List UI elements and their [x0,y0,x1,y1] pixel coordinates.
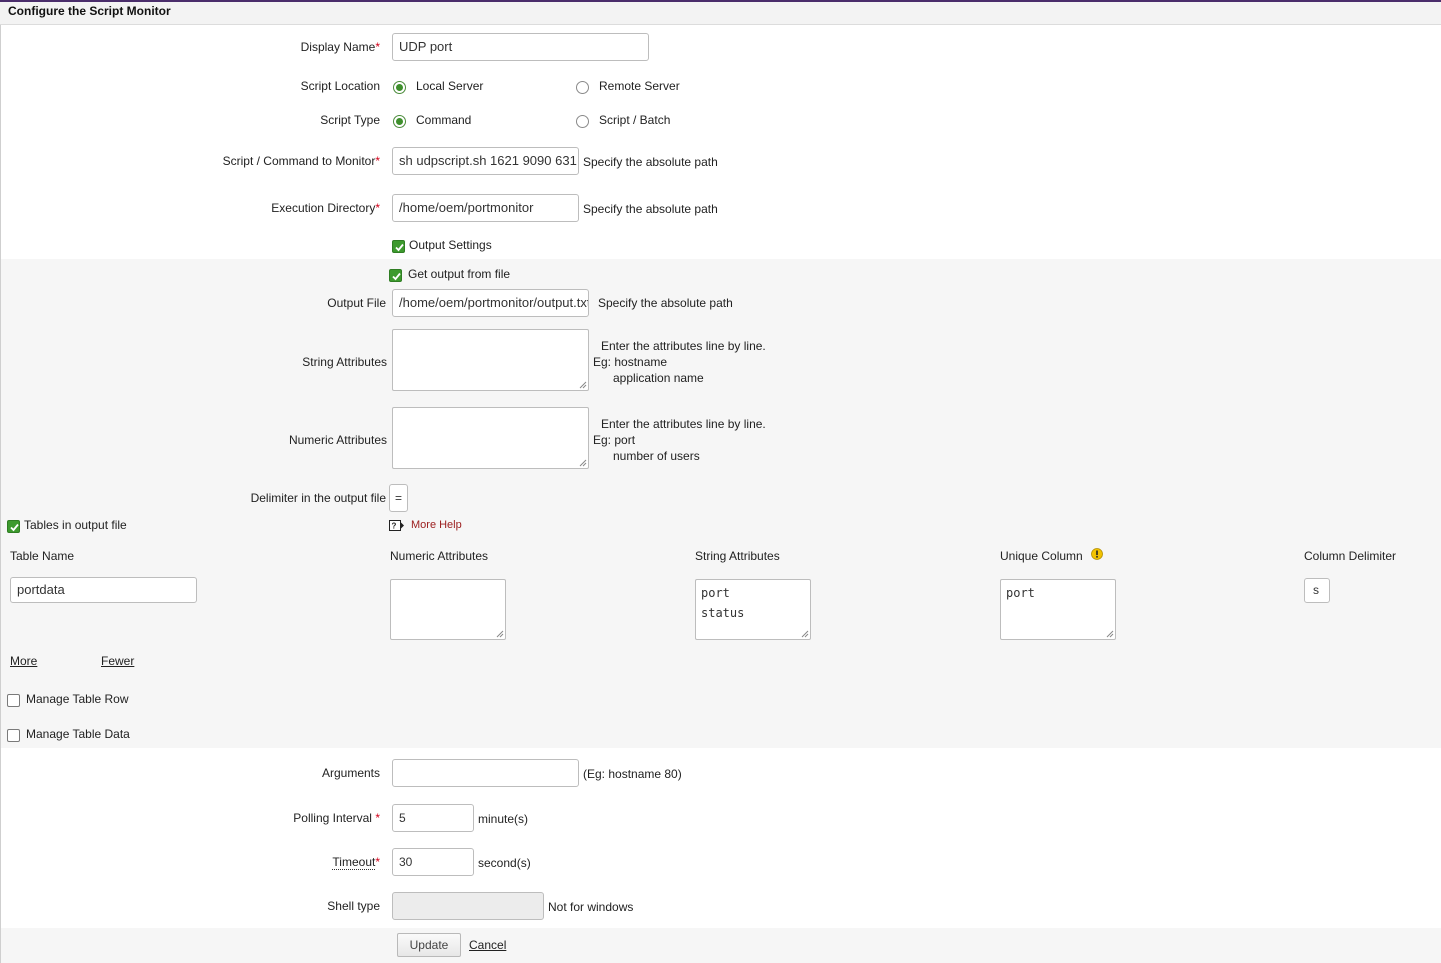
remote-server-radio[interactable] [576,81,589,94]
remote-server-label: Remote Server [599,79,680,93]
tables-checkbox[interactable] [7,520,20,533]
numeric-attrs-help-line2: Eg: port [593,433,636,447]
numeric-attrs-help-line1: Enter the attributes line by line. [601,417,766,431]
string-attrs-help-line1: Enter the attributes line by line. [601,339,766,353]
shell-type-input [392,892,544,920]
fewer-link[interactable]: Fewer [101,653,134,669]
numeric-attrs-header: Numeric Attributes [390,549,489,563]
table-string-attrs-value: port status [701,586,745,620]
numeric-attrs-help-line3: number of users [613,449,700,463]
script-command-input[interactable]: sh udpscript.sh 1621 9090 631 [392,147,579,175]
output-settings-checkbox[interactable] [392,240,405,253]
get-output-label: Get output from file [408,267,511,281]
table-name-input[interactable]: portdata [10,577,197,603]
table-string-attrs-textarea[interactable]: port status [695,579,811,640]
more-help-link[interactable]: More Help [411,519,462,531]
command-radio[interactable] [393,115,406,128]
display-name-label: Display Name* [300,40,380,54]
manage-table-data-checkbox[interactable] [7,729,20,742]
output-settings-panel [1,259,1441,748]
column-delimiter-header: Column Delimiter [1304,549,1397,563]
more-link[interactable]: More [10,653,37,669]
resize-handle-icon [579,381,587,389]
display-name-input[interactable]: UDP port [392,33,649,61]
page-title: Configure the Script Monitor [0,2,1441,25]
arguments-input[interactable] [392,759,579,787]
resize-handle-icon [579,459,587,467]
table-unique-column-textarea[interactable]: port [1000,579,1116,640]
resize-handle-icon [1106,630,1114,638]
cancel-link[interactable]: Cancel [469,937,506,953]
arguments-hint: (Eg: hostname 80) [583,767,682,781]
polling-interval-label: Polling Interval * [293,811,380,825]
local-server-radio[interactable] [393,81,406,94]
get-output-checkbox[interactable] [389,269,402,282]
update-button[interactable]: Update [397,933,461,957]
manage-table-data-label: Manage Table Data [26,727,130,741]
column-delimiter-input[interactable]: s [1304,578,1330,603]
exec-dir-input[interactable]: /home/oem/portmonitor [392,194,579,222]
check-icon [392,272,401,281]
numeric-attrs-textarea[interactable] [392,407,589,469]
string-attrs-header: String Attributes [695,549,780,563]
exec-dir-hint: Specify the absolute path [583,202,718,216]
warning-icon [1091,548,1103,560]
manage-table-row-label: Manage Table Row [26,692,129,706]
table-name-header: Table Name [10,549,75,563]
numeric-attrs-label: Numeric Attributes [288,433,387,447]
resize-handle-icon [801,630,809,638]
button-bar [1,928,1441,963]
delimiter-label: Delimiter in the output file [250,491,386,505]
shell-type-hint: Not for windows [548,900,634,914]
table-unique-column-value: port [1006,586,1035,600]
string-attrs-label: String Attributes [302,355,387,369]
svg-text:?: ? [392,522,397,531]
tables-label: Tables in output file [24,518,127,532]
table-numeric-attrs-textarea[interactable] [390,579,506,640]
script-command-label: Script / Command to Monitor* [222,154,380,168]
output-file-input[interactable]: /home/oem/portmonitor/output.txt [392,289,589,317]
string-attrs-help-line2: Eg: hostname [593,355,668,369]
output-file-hint: Specify the absolute path [598,296,733,310]
help-icon[interactable]: ? [389,520,405,532]
arguments-label: Arguments [321,766,380,780]
output-settings-label: Output Settings [409,238,492,252]
exec-dir-label: Execution Directory* [271,201,380,215]
delimiter-input[interactable]: = [389,484,408,512]
string-attrs-textarea[interactable] [392,329,589,391]
timeout-label: Timeout* [332,855,380,870]
check-icon [395,243,404,252]
script-type-label: Script Type [320,113,380,127]
manage-table-row-checkbox[interactable] [7,694,20,707]
string-attrs-help-line3: application name [613,371,704,385]
shell-type-label: Shell type [327,899,380,913]
script-command-hint: Specify the absolute path [583,155,718,169]
polling-interval-input[interactable]: 5 [392,804,474,832]
resize-handle-icon [496,630,504,638]
output-file-label: Output File [327,296,386,310]
check-icon [10,523,19,532]
script-batch-radio[interactable] [576,115,589,128]
timeout-unit: second(s) [478,856,531,870]
command-label: Command [416,113,472,127]
unique-column-header: Unique Column [1000,549,1083,563]
timeout-input[interactable]: 30 [392,848,474,876]
polling-interval-unit: minute(s) [478,812,529,826]
script-location-label: Script Location [300,79,380,93]
local-server-label: Local Server [416,79,484,93]
script-batch-label: Script / Batch [599,113,671,127]
